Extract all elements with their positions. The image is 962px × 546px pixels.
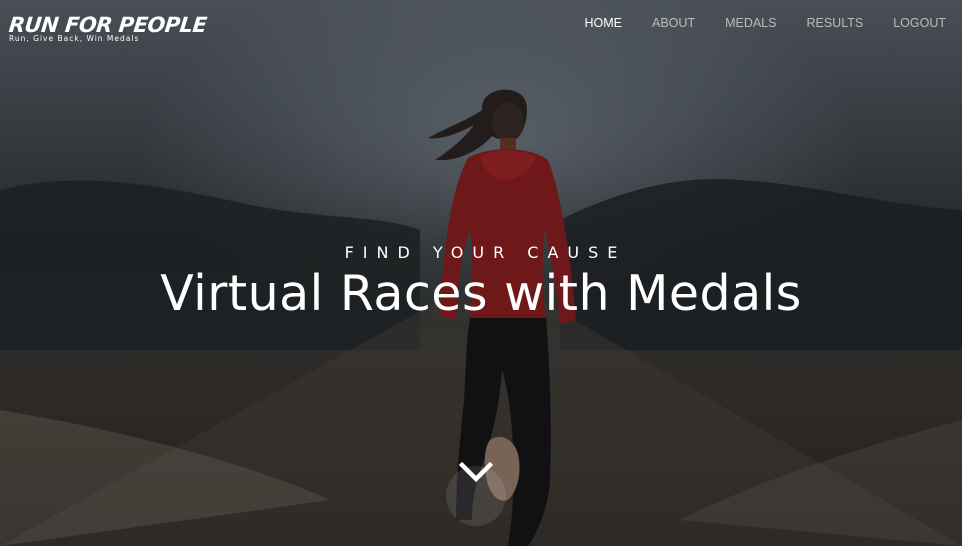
nav-item-about[interactable]: ABOUT bbox=[622, 16, 695, 30]
nav-item-home[interactable]: HOME bbox=[555, 16, 623, 30]
chevron-down-icon[interactable] bbox=[459, 460, 493, 484]
brand-logo[interactable]: RUN FOR PEOPLE Run, Give Back, Win Medal… bbox=[7, 13, 208, 43]
hero-section: RUN FOR PEOPLE Run, Give Back, Win Medal… bbox=[0, 0, 962, 546]
top-nav: HOME ABOUT MEDALS RESULTS LOGOUT bbox=[555, 16, 947, 30]
brand-title: RUN FOR PEOPLE bbox=[7, 13, 208, 37]
hero-headline: Virtual Races with Medals bbox=[160, 265, 802, 322]
nav-item-results[interactable]: RESULTS bbox=[776, 16, 863, 30]
nav-item-logout[interactable]: LOGOUT bbox=[863, 16, 946, 30]
nav-item-medals[interactable]: MEDALS bbox=[695, 16, 776, 30]
hero-kicker: Find Your Cause bbox=[344, 243, 627, 262]
